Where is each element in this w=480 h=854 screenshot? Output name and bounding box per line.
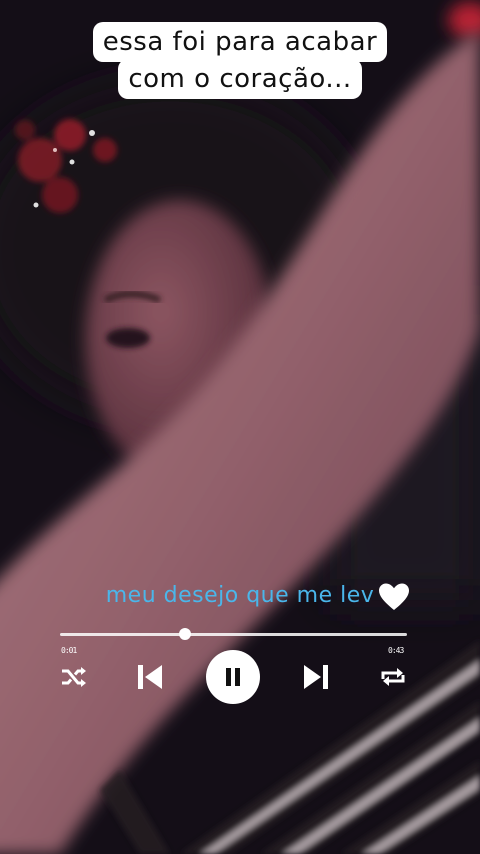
previous-icon	[138, 665, 162, 689]
heart-icon	[379, 583, 409, 610]
remaining-time: 0:43	[388, 646, 404, 655]
repeat-button[interactable]	[377, 662, 409, 692]
lyric-text: meu desejo que me lev	[105, 583, 375, 608]
caption-line-2: com o coração...	[118, 59, 362, 99]
previous-button[interactable]	[132, 660, 168, 694]
progress-knob[interactable]	[178, 628, 191, 640]
next-button[interactable]	[298, 660, 334, 694]
elapsed-time: 0:01	[61, 646, 77, 655]
repeat-icon	[381, 668, 405, 686]
shuffle-icon	[62, 667, 86, 687]
progress-bar[interactable]	[60, 628, 407, 640]
shuffle-button[interactable]	[58, 662, 90, 692]
background-photo	[0, 0, 480, 854]
pause-button[interactable]	[206, 650, 260, 704]
pause-icon	[226, 668, 240, 686]
caption: essa foi para acabar com o coração...	[0, 22, 480, 99]
caption-line-1: essa foi para acabar	[92, 22, 388, 62]
next-icon	[304, 665, 328, 689]
